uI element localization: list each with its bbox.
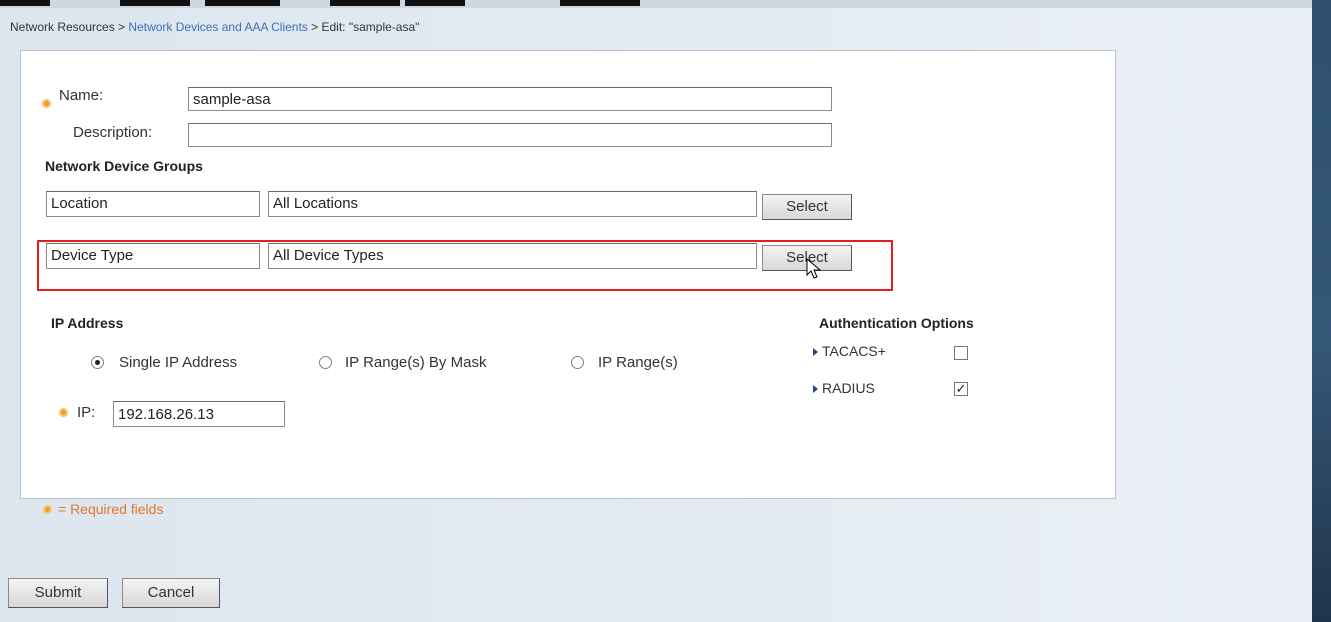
ndg-location-value: All Locations [268,191,757,217]
submit-button[interactable]: Submit [8,578,108,608]
expand-arrow-icon [813,348,818,356]
main-content: Network Resources > Network Devices and … [0,8,1312,622]
ip-field[interactable] [113,401,285,427]
ndg-device-type-value: All Device Types [268,243,757,269]
breadcrumb-separator: > [307,20,322,34]
select-location-button[interactable]: Select [762,194,852,220]
expand-arrow-icon [813,385,818,393]
tacacs-label: TACACS+ [822,343,886,359]
breadcrumb-separator: > [114,20,129,34]
breadcrumb-section-link[interactable]: Network Devices and AAA Clients [128,20,307,34]
ip-label: IP: [77,404,96,421]
ndg-device-type-name: Device Type [46,243,260,269]
single-ip-radio[interactable] [91,356,104,369]
single-ip-label: Single IP Address [119,354,238,371]
radius-label: RADIUS [822,380,875,396]
tacacs-checkbox[interactable] [954,346,968,360]
ip-range-mask-radio[interactable] [319,356,332,369]
required-marker-icon [59,408,68,417]
cancel-button[interactable]: Cancel [122,578,220,608]
top-strip [0,0,1312,8]
mouse-pointer-icon [806,258,822,279]
ip-range-radio[interactable] [571,356,584,369]
radius-checkbox[interactable]: ✓ [954,382,968,396]
name-field[interactable] [188,87,832,111]
right-scroll-bar[interactable] [1312,0,1331,622]
ndg-location-name: Location [46,191,260,217]
auth-options-heading: Authentication Options [819,315,974,331]
required-marker-icon [43,505,52,514]
ip-address-heading: IP Address [51,315,124,331]
edit-device-panel: Name: Description: Network Device Groups… [20,50,1116,517]
breadcrumb: Network Resources > Network Devices and … [10,20,419,34]
ip-range-label: IP Range(s) [598,354,678,371]
breadcrumb-root[interactable]: Network Resources [10,20,115,34]
required-fields-note: = Required fields [43,501,163,517]
ip-range-mask-label: IP Range(s) By Mask [345,354,487,371]
description-field[interactable] [188,123,832,147]
breadcrumb-current: Edit: "sample-asa" [321,20,420,34]
required-fields-text: = Required fields [58,501,164,517]
ndg-heading: Network Device Groups [45,158,203,174]
description-label: Description: [73,124,153,141]
required-marker-icon [42,99,51,108]
name-label: Name: [59,87,104,104]
